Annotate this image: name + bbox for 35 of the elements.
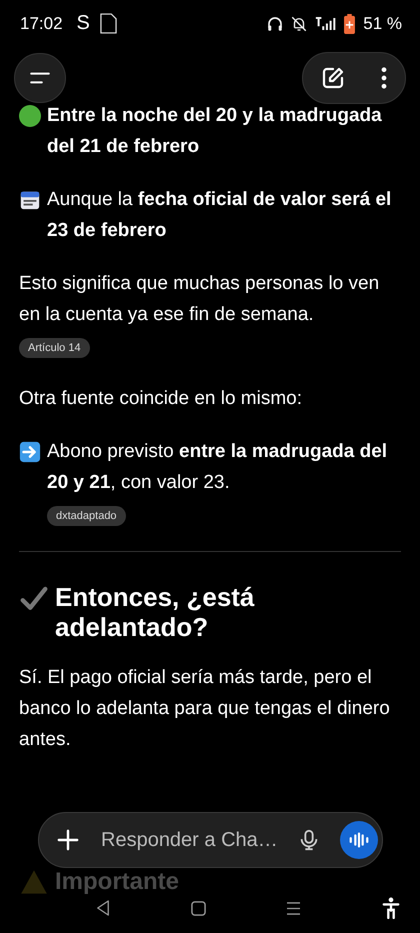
edit-icon [321,66,345,90]
body-text: Aunque la fecha oficial de valor será el 23 de febrero [47,188,392,243]
warning-icon [19,868,49,896]
more-icon [381,67,387,89]
back-icon[interactable] [96,900,110,916]
body-text: Abono previsto entre la madrugada del 20 y 21, con valor 23. [47,440,388,495]
headphones-icon [266,14,284,32]
document-icon [100,13,117,34]
menu-button[interactable] [14,53,66,103]
faded-heading: Importante [55,868,180,896]
menu-icon [29,71,51,85]
calendar-icon [19,189,41,211]
recents-icon[interactable] [286,902,302,914]
waveform-icon [348,832,370,848]
section-heading: Entonces, ¿está adelantado? [55,582,256,642]
battery-icon [344,14,356,34]
body-text: Sí. El pago oficial sería más tarde, pero el banco lo adelanta para que tengas el dinero antes. [19,666,391,752]
battery-percent: 51 % [363,14,402,34]
body-text: Esto significa que muchas personas lo ven en la cuenta ya ese fin de semana. [19,272,380,327]
plus-icon [57,829,79,851]
home-icon[interactable] [190,900,206,916]
message-input[interactable]: Responder a Cha… [99,828,294,852]
body-text: Otra fuente coincide en lo mismo: [19,387,304,411]
status-time: 17:02 [20,14,63,34]
microphone-icon [298,828,320,852]
message-field[interactable]: Responder a Cha… [38,812,383,868]
circle-icon [19,105,41,127]
muted-bell-icon [290,14,308,32]
source-chip[interactable]: dxtadaptado [47,506,126,526]
status-app-letter: S [76,12,90,35]
source-chip[interactable]: Artículo 14 [19,338,90,358]
accessibility-icon[interactable] [382,897,400,919]
voice-mode-button[interactable] [340,821,378,859]
signal-icon [314,15,338,32]
body-text: Entre la noche del 20 y la madrugada del 21 de febrero [47,104,383,159]
